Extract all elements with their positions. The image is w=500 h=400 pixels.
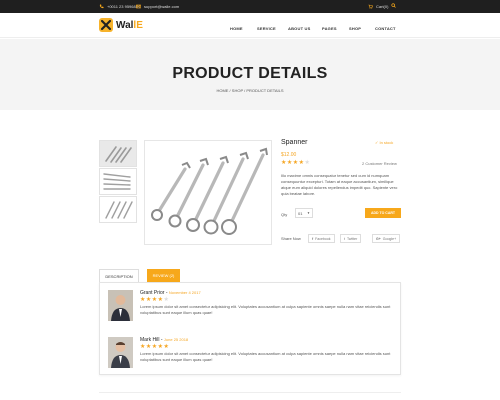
mail-icon: [136, 4, 141, 9]
qty-value: 01: [298, 210, 303, 216]
check-icon: ✓: [375, 140, 379, 145]
tab-reviews[interactable]: REVIEW (2): [147, 269, 180, 282]
product-thumbnail-2[interactable]: [99, 168, 137, 195]
review-rating-stars: ★★★★★: [140, 344, 170, 350]
nav-shop[interactable]: SHOP: [349, 26, 361, 31]
phone-icon: [99, 4, 104, 9]
share-google-plus-button[interactable]: G+ Google+: [372, 234, 401, 243]
nav-pages[interactable]: PAGES: [322, 26, 337, 31]
product-rating-stars: ★★★★★: [281, 160, 311, 166]
top-bar: +0011 23 9596881 support@walle.com Cart(…: [0, 0, 500, 13]
stock-text: In stock: [379, 140, 394, 145]
nav-home[interactable]: HOME: [230, 26, 243, 31]
facebook-icon: f: [312, 236, 314, 241]
logo-text-prefix: Wal: [116, 19, 134, 31]
search-icon: [391, 3, 396, 8]
product-thumbnail-1[interactable]: [99, 140, 137, 167]
logo-text: WallE: [116, 20, 143, 31]
topbar-cart[interactable]: Cart(0): [368, 4, 388, 9]
main-header: WallE HOME SERVICE ABOUT US PAGES SHOP C…: [0, 13, 500, 38]
share-google-plus-label: Google+: [382, 236, 397, 241]
wrench-image: [103, 173, 131, 190]
page-hero: PRODUCT DETAILS HOME / SHOP / PRODUCT DE…: [0, 39, 500, 110]
tab-description[interactable]: DESCRIPTION: [99, 269, 139, 282]
add-to-cart-button[interactable]: ADD TO CART: [365, 208, 401, 218]
review-text: Lorem ipsum dolor sit amet consectetur a…: [140, 351, 391, 362]
wrench-set-image: [151, 147, 268, 235]
breadcrumb[interactable]: HOME / SHOP / PRODUCT DETAILS: [0, 88, 500, 93]
review-text: Lorem ipsum dolor sit amet consectetur a…: [140, 304, 391, 315]
share-twitter-button[interactable]: t Twitter: [340, 234, 362, 243]
divider: [99, 392, 401, 393]
wrench-image: [105, 201, 133, 219]
review-rating-stars: ★★★★★: [140, 297, 170, 303]
topbar-email[interactable]: support@walle.com: [136, 4, 179, 9]
topbar-search[interactable]: [391, 3, 396, 8]
avatar: [108, 290, 133, 321]
cart-text: Cart(0): [376, 4, 389, 9]
stock-status: ✓ In stock: [375, 140, 393, 145]
share-facebook-button[interactable]: f Facebook: [308, 234, 335, 243]
twitter-icon: t: [344, 236, 345, 241]
page-title: PRODUCT DETAILS: [172, 65, 328, 82]
google-plus-icon: G+: [376, 236, 381, 241]
product-description: Illo maxime omnis consequatur tenetur se…: [281, 173, 398, 196]
wrench-image: [105, 146, 132, 163]
topbar-phone[interactable]: +0011 23 9596881: [99, 4, 140, 9]
nav-about-us[interactable]: ABOUT US: [288, 26, 311, 31]
share-label: Share Now: [281, 236, 301, 241]
avatar: [108, 337, 133, 368]
email-text: support@walle.com: [144, 4, 180, 9]
share-facebook-label: Facebook: [315, 236, 331, 241]
chevron-down-icon: ▼: [307, 211, 310, 215]
nav-service[interactable]: SERVICE: [257, 26, 276, 31]
review-count-link[interactable]: 2 Customer Review: [362, 161, 397, 166]
logo[interactable]: WallE: [99, 18, 143, 32]
product-main-image[interactable]: [144, 140, 272, 245]
product-price: $12.00: [281, 152, 297, 158]
logo-icon: [99, 18, 113, 32]
review-date: June 25 2018: [163, 337, 189, 342]
quantity-select[interactable]: 01 ▼: [295, 208, 313, 218]
share-twitter-label: Twitter: [346, 236, 358, 241]
nav-contact[interactable]: CONTACT: [375, 26, 396, 31]
product-thumbnail-3[interactable]: [99, 196, 137, 223]
qty-label: Qty: [281, 212, 288, 217]
logo-text-suffix: lE: [133, 19, 143, 31]
product-name: Spanner: [281, 139, 308, 146]
cart-icon: [368, 4, 373, 9]
review-date: November 4 2017: [168, 290, 201, 295]
